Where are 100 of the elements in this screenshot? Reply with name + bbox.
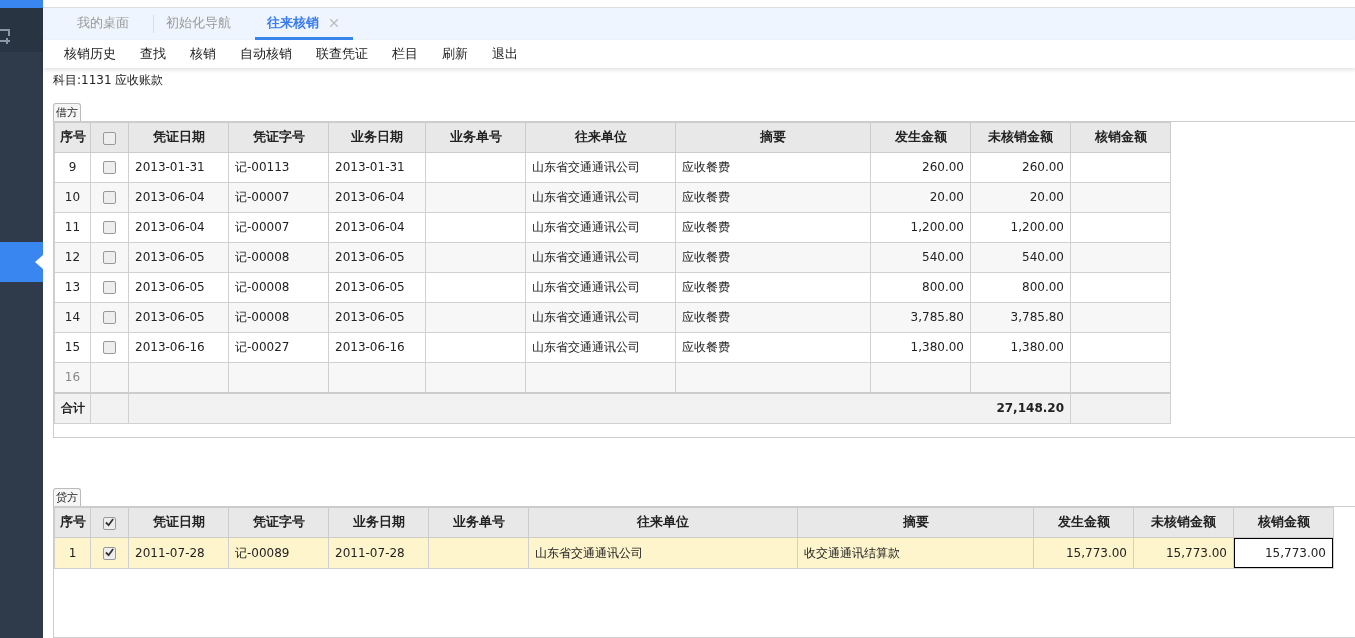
column-header: 业务单号 bbox=[425, 122, 526, 153]
toolbar-button[interactable]: 核销历史 bbox=[64, 45, 116, 64]
table-cell: 540.00 bbox=[970, 242, 1071, 273]
toolbar-button[interactable]: 核销 bbox=[190, 45, 216, 64]
table-cell: 2013-06-05 bbox=[128, 272, 229, 303]
table-cell: 收交通通讯结算款 bbox=[797, 537, 1034, 569]
table-cell: 山东省交通通讯公司 bbox=[528, 537, 798, 569]
table-cell: 9 bbox=[54, 152, 91, 183]
table-cell: 2013-06-05 bbox=[328, 272, 426, 303]
table-cell: 应收餐费 bbox=[675, 332, 871, 363]
table-cell: 3,785.80 bbox=[970, 302, 1071, 333]
checkbox[interactable] bbox=[103, 251, 116, 265]
checkbox[interactable] bbox=[103, 281, 116, 295]
checkbox[interactable] bbox=[103, 341, 116, 355]
table-cell: 2013-06-16 bbox=[128, 332, 229, 363]
table-cell: 2013-06-05 bbox=[328, 242, 426, 273]
table-cell: 2013-06-04 bbox=[328, 212, 426, 243]
table-cell: 260.00 bbox=[870, 152, 971, 183]
total-amount: 27,148.20 bbox=[128, 392, 1071, 424]
checkbox[interactable] bbox=[103, 517, 116, 530]
table-cell: 260.00 bbox=[970, 152, 1071, 183]
table-cell: 13 bbox=[54, 272, 91, 303]
subject-label: 科目:1131 应收账款 bbox=[53, 72, 165, 90]
table-cell: 山东省交通通讯公司 bbox=[525, 182, 676, 213]
column-header: 凭证字号 bbox=[228, 507, 329, 538]
checkbox[interactable] bbox=[103, 131, 116, 145]
table-cell: 14 bbox=[54, 302, 91, 333]
table-cell: 3,785.80 bbox=[870, 302, 971, 333]
table-cell: 山东省交通通讯公司 bbox=[525, 302, 676, 333]
column-header: 发生金额 bbox=[1033, 507, 1134, 538]
table-cell: 15,773.00 bbox=[1133, 537, 1234, 569]
table-cell: 应收餐费 bbox=[675, 212, 871, 243]
table-cell: 20.00 bbox=[870, 182, 971, 213]
table-cell: 记-00089 bbox=[228, 537, 329, 569]
column-header: 发生金额 bbox=[870, 122, 971, 153]
column-header: 业务日期 bbox=[328, 122, 426, 153]
table-cell: 20.00 bbox=[970, 182, 1071, 213]
toolbar-button[interactable]: 查找 bbox=[140, 45, 166, 64]
tab[interactable]: 往来核销 bbox=[255, 8, 353, 41]
amount-input[interactable]: 15,773.00 bbox=[1234, 538, 1333, 568]
table-cell: 1,380.00 bbox=[970, 332, 1071, 363]
toolbar-button[interactable]: 联查凭证 bbox=[316, 45, 368, 64]
column-header: 核销金额 bbox=[1070, 122, 1171, 153]
table-cell: 2013-06-05 bbox=[128, 302, 229, 333]
table-cell: 山东省交通通讯公司 bbox=[525, 152, 676, 183]
column-header: 未核销金额 bbox=[1133, 507, 1234, 538]
table-cell: 1,380.00 bbox=[870, 332, 971, 363]
column-header: 业务单号 bbox=[428, 507, 529, 538]
table-cell: 15 bbox=[54, 332, 91, 363]
table-cell: 12 bbox=[54, 242, 91, 273]
table-cell: 800.00 bbox=[870, 272, 971, 303]
checkbox[interactable] bbox=[103, 311, 116, 325]
table-cell: 2013-06-16 bbox=[328, 332, 426, 363]
column-header: 未核销金额 bbox=[970, 122, 1071, 153]
toolbar-button[interactable]: 自动核销 bbox=[240, 45, 292, 64]
table-cell: 2013-06-04 bbox=[128, 212, 229, 243]
table-cell: 2011-07-28 bbox=[328, 537, 429, 569]
sidebar-active-item[interactable] bbox=[0, 242, 43, 282]
checkbox[interactable] bbox=[103, 547, 116, 560]
column-header: 凭证日期 bbox=[128, 122, 229, 153]
table-cell: 记-00027 bbox=[228, 332, 329, 363]
table-cell: 540.00 bbox=[870, 242, 971, 273]
checkbox[interactable] bbox=[103, 161, 116, 175]
sidebar-top-bar bbox=[0, 0, 43, 8]
table-cell: 记-00008 bbox=[228, 302, 329, 333]
add-window-icon[interactable] bbox=[0, 28, 12, 44]
toolbar-button[interactable]: 退出 bbox=[492, 45, 518, 64]
table-cell: 应收餐费 bbox=[675, 302, 871, 333]
table-cell: 应收餐费 bbox=[675, 152, 871, 183]
toolbar-button[interactable]: 栏目 bbox=[392, 45, 418, 64]
column-header: 摘要 bbox=[797, 507, 1034, 538]
checkbox[interactable] bbox=[103, 221, 116, 235]
table-cell: 1,200.00 bbox=[870, 212, 971, 243]
column-header: 序号 bbox=[54, 507, 91, 538]
table-cell: 记-00113 bbox=[228, 152, 329, 183]
table-cell: 山东省交通通讯公司 bbox=[525, 332, 676, 363]
table-cell: 1 bbox=[54, 537, 91, 569]
table-cell: 10 bbox=[54, 182, 91, 213]
table-cell: 2011-07-28 bbox=[128, 537, 229, 569]
column-header: 往来单位 bbox=[525, 122, 676, 153]
table-cell: 应收餐费 bbox=[675, 272, 871, 303]
column-header: 序号 bbox=[54, 122, 91, 153]
table-cell: 记-00008 bbox=[228, 272, 329, 303]
table-cell: 2013-06-04 bbox=[128, 182, 229, 213]
column-header: 摘要 bbox=[675, 122, 871, 153]
table-cell: 记-00008 bbox=[228, 242, 329, 273]
total-label: 合计 bbox=[54, 392, 91, 424]
table-cell: 2013-01-31 bbox=[328, 152, 426, 183]
section-tab[interactable]: 贷方 bbox=[53, 488, 81, 506]
table-cell: 应收餐费 bbox=[675, 182, 871, 213]
table-cell: 山东省交通通讯公司 bbox=[525, 242, 676, 273]
table-cell: 2013-06-05 bbox=[328, 302, 426, 333]
table-cell: 2013-06-04 bbox=[328, 182, 426, 213]
table-cell: 2013-01-31 bbox=[128, 152, 229, 183]
checkbox[interactable] bbox=[103, 191, 116, 205]
toolbar-button[interactable]: 刷新 bbox=[442, 45, 468, 64]
table-cell: 山东省交通通讯公司 bbox=[525, 272, 676, 303]
section-tab[interactable]: 借方 bbox=[53, 102, 81, 121]
table-cell: 11 bbox=[54, 212, 91, 243]
table-cell: 应收餐费 bbox=[675, 242, 871, 273]
